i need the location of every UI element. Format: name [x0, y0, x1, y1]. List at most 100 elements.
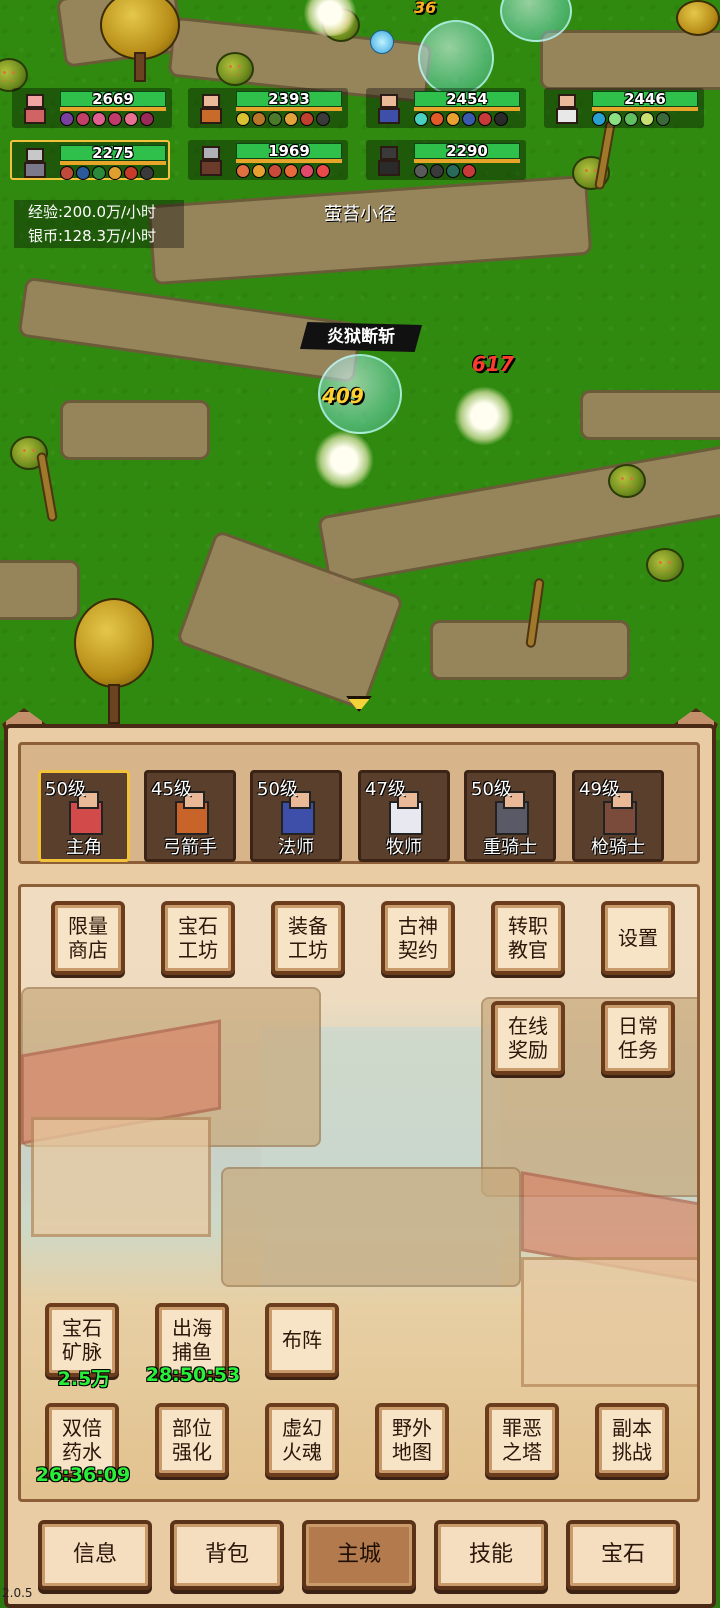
berry-bush — [608, 464, 646, 498]
exp-rate: 经验:200.0万/小时 — [14, 200, 184, 224]
zone-name: 萤苔小径 — [324, 204, 396, 225]
hero-skill-icons — [414, 112, 508, 126]
hero-status[interactable]: 2393 — [188, 88, 348, 128]
class-sprite — [603, 791, 637, 835]
class-level: 50级 — [45, 779, 86, 800]
hero-hp-bar: 2275 — [60, 145, 166, 161]
hero-mp-bar — [236, 107, 342, 111]
class-card-archer[interactable]: 45级 弓箭手 — [144, 770, 236, 862]
damage-number: 36 — [414, 0, 437, 17]
hero-mp-bar — [60, 161, 166, 165]
gem-mine-value: 2.5万 — [57, 1368, 111, 1390]
class-name: 牧师 — [386, 837, 422, 858]
online-reward-button[interactable]: 在线 奖励 — [491, 1001, 565, 1075]
hero-status-selected[interactable]: 2275 — [10, 140, 170, 180]
hero-portrait — [370, 142, 408, 178]
hero-skill-icons — [236, 164, 330, 178]
vine — [35, 451, 59, 523]
class-sprite — [69, 791, 103, 835]
class-name: 主角 — [66, 837, 102, 858]
game-screen: 36 2669 2393 2454 2446 2275 1969 2290 经验… — [0, 0, 720, 1608]
hero-portrait — [192, 142, 230, 178]
class-card-mage[interactable]: 50级 法师 — [250, 770, 342, 862]
hero-mp-bar — [592, 107, 698, 111]
hero-mp-bar — [414, 159, 520, 163]
class-sprite — [389, 791, 423, 835]
attack-blast — [454, 386, 514, 446]
sin-tower-button[interactable]: 罪恶 之塔 — [485, 1403, 559, 1477]
class-level: 49级 — [579, 779, 620, 800]
attack-blast — [314, 430, 374, 490]
tab-main-city[interactable]: 主城 — [302, 1520, 416, 1590]
class-card-heavy-knight[interactable]: 50级 重骑士 — [464, 770, 556, 862]
hero-hp-bar: 2393 — [236, 91, 342, 107]
field-map-button[interactable]: 野外 地图 — [375, 1403, 449, 1477]
part-enhance-button[interactable]: 部位 强化 — [155, 1403, 229, 1477]
hero-skill-icons — [414, 164, 476, 178]
berry-bush — [0, 58, 28, 92]
job-instructor-button[interactable]: 转职 教官 — [491, 901, 565, 975]
double-potion-timer: 26:36:09 — [35, 1464, 131, 1486]
dirt-path — [60, 400, 210, 460]
town-house — [521, 1257, 697, 1387]
daily-quest-button[interactable]: 日常 任务 — [601, 1001, 675, 1075]
hero-portrait — [192, 90, 230, 126]
magic-orb — [370, 30, 394, 54]
hero-portrait — [548, 90, 586, 126]
hero-skill-icons — [60, 166, 154, 180]
tree — [676, 0, 720, 40]
hero-portrait — [370, 90, 408, 126]
hero-mp-bar — [60, 107, 166, 111]
hero-status[interactable]: 2454 — [366, 88, 526, 128]
class-name: 弓箭手 — [163, 837, 217, 858]
settings-button[interactable]: 设置 — [601, 901, 675, 975]
hero-status[interactable]: 1969 — [188, 140, 348, 180]
bottom-tab-bar: 信息 背包 主城 技能 宝石 — [20, 1508, 710, 1600]
damage-number: 617 — [472, 352, 514, 376]
class-card-priest[interactable]: 47级 牧师 — [358, 770, 450, 862]
hero-mp-bar — [414, 107, 520, 111]
class-level: 50级 — [257, 779, 298, 800]
tab-info[interactable]: 信息 — [38, 1520, 152, 1590]
class-sprite — [495, 791, 529, 835]
hero-hp-bar: 1969 — [236, 143, 342, 159]
class-card-lancer[interactable]: 49级 枪骑士 — [572, 770, 664, 862]
town-house — [31, 1117, 211, 1237]
class-card-protagonist[interactable]: 50级 主角 — [38, 770, 130, 862]
skill-name-banner: 炎狱断斩 — [300, 322, 422, 352]
hero-hp-bar: 2446 — [592, 91, 698, 107]
class-level: 50级 — [471, 779, 512, 800]
class-sprite — [175, 791, 209, 835]
tab-gems[interactable]: 宝石 — [566, 1520, 680, 1590]
silver-rate: 银币:128.3万/小时 — [14, 224, 184, 248]
ancient-pact-button[interactable]: 古神 契约 — [381, 901, 455, 975]
class-sprite — [281, 791, 315, 835]
equipment-workshop-button[interactable]: 装备 工坊 — [271, 901, 345, 975]
hero-skill-icons — [592, 112, 670, 126]
hero-skill-icons — [236, 112, 330, 126]
formation-button[interactable]: 布阵 — [265, 1303, 339, 1377]
hero-status[interactable]: 2669 — [12, 88, 172, 128]
hero-hp-bar: 2454 — [414, 91, 520, 107]
hero-portrait — [16, 90, 54, 126]
dungeon-challenge-button[interactable]: 副本 挑战 — [595, 1403, 669, 1477]
gem-workshop-button[interactable]: 宝石 工坊 — [161, 901, 235, 975]
dirt-path — [0, 560, 80, 620]
berry-bush — [216, 52, 254, 86]
tab-skills[interactable]: 技能 — [434, 1520, 548, 1590]
hero-hp-bar: 2669 — [60, 91, 166, 107]
phantom-soul-button[interactable]: 虚幻 火魂 — [265, 1403, 339, 1477]
shield-bubble — [418, 20, 494, 96]
class-name: 枪骑士 — [591, 837, 645, 858]
hero-hp-bar: 2290 — [414, 143, 520, 159]
tab-backpack[interactable]: 背包 — [170, 1520, 284, 1590]
town-cliff — [221, 1167, 521, 1287]
sea-fishing-timer: 28:50:53 — [145, 1364, 241, 1386]
tree — [100, 0, 190, 90]
damage-number: 409 — [322, 384, 364, 408]
class-name: 法师 — [278, 837, 314, 858]
limited-shop-button[interactable]: 限量 商店 — [51, 901, 125, 975]
hero-status[interactable]: 2290 — [366, 140, 526, 180]
hero-status[interactable]: 2446 — [544, 88, 704, 128]
hero-portrait — [16, 144, 54, 180]
